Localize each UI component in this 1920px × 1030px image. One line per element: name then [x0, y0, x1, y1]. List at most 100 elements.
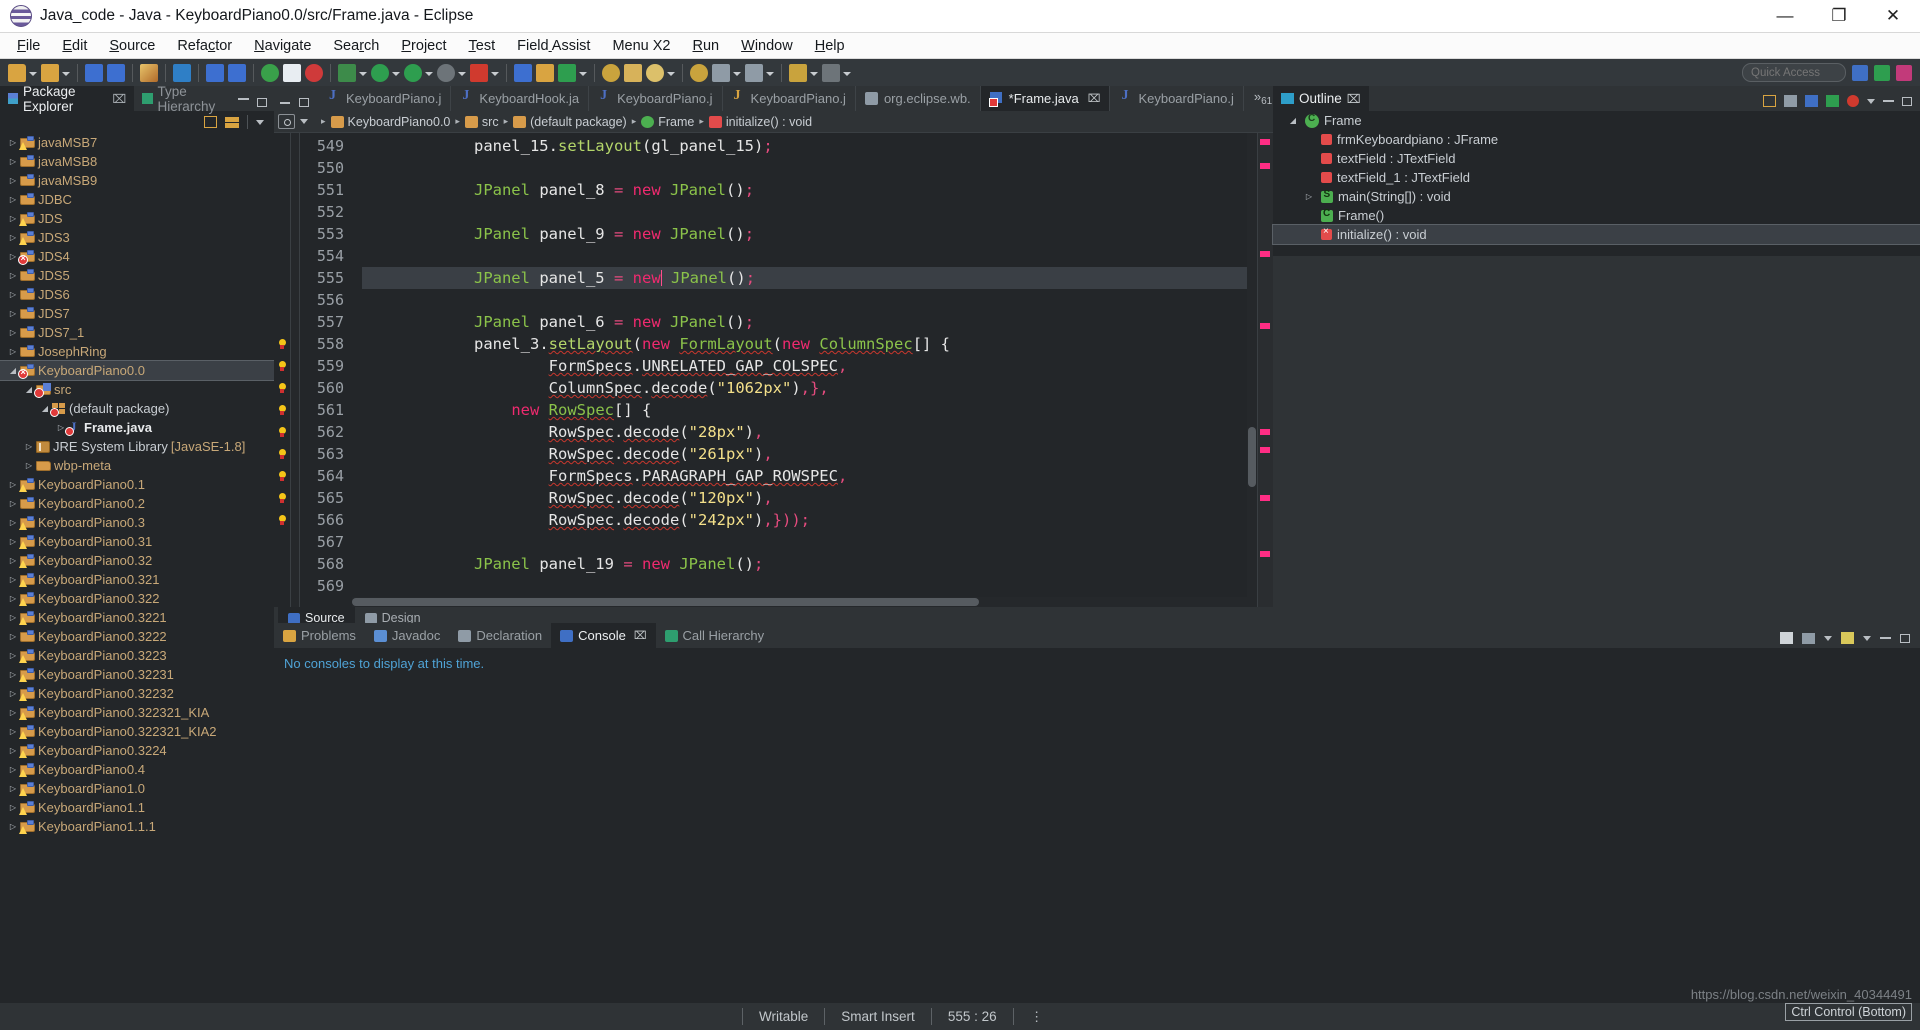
- quickfix-marker[interactable]: [274, 443, 290, 465]
- hide-nonpublic-icon[interactable]: [1847, 95, 1859, 107]
- last-edit-icon[interactable]: [690, 63, 708, 82]
- breadcrumb-item[interactable]: Frame: [641, 115, 694, 129]
- menu-project[interactable]: Project: [390, 35, 457, 57]
- close-button[interactable]: ✕: [1866, 0, 1920, 32]
- expand-arrow-icon[interactable]: ▷: [6, 309, 20, 318]
- collapse-all-icon[interactable]: [204, 116, 217, 128]
- gutter-slot[interactable]: [274, 201, 290, 223]
- gutter-slot[interactable]: [274, 267, 290, 289]
- open-perspective-icon[interactable]: [1896, 64, 1912, 81]
- tree-item[interactable]: ▷ JDS3: [0, 228, 274, 247]
- code-editor[interactable]: 549 550 551 552 553 554 555 556 557 558 559 560 561 5…: [274, 132, 1273, 607]
- run-dropdown-icon[interactable]: [391, 64, 400, 82]
- sort-icon[interactable]: [1784, 95, 1797, 107]
- hide-static-icon[interactable]: [1826, 95, 1839, 107]
- search-globe-icon[interactable]: [305, 63, 323, 82]
- tree-item[interactable]: ◢ (default package): [0, 399, 274, 418]
- tree-item[interactable]: ▷ KeyboardPiano0.321: [0, 570, 274, 589]
- expand-arrow-icon[interactable]: ▷: [6, 271, 20, 280]
- expand-arrow-icon[interactable]: ▷: [6, 176, 20, 185]
- expand-arrow-icon[interactable]: ▷: [6, 138, 20, 147]
- expand-arrow-icon[interactable]: ▷: [6, 328, 20, 337]
- code-line[interactable]: [362, 245, 1273, 267]
- gutter-slot[interactable]: [274, 553, 290, 575]
- menu-run[interactable]: Run: [682, 35, 731, 57]
- menu-refactor[interactable]: Refactor: [166, 35, 243, 57]
- open-dropdown-icon[interactable]: [666, 64, 675, 82]
- gutter-slot[interactable]: [274, 245, 290, 267]
- expand-arrow-icon[interactable]: ▷: [6, 480, 20, 489]
- menu-help[interactable]: Help: [804, 35, 856, 57]
- previous-annotation-icon[interactable]: [712, 63, 730, 82]
- expand-arrow-icon[interactable]: ▷: [6, 233, 20, 242]
- new-window-icon[interactable]: [514, 63, 532, 82]
- quickfix-bulb-icon[interactable]: [278, 470, 287, 482]
- expand-arrow-icon[interactable]: ▷: [6, 746, 20, 755]
- expand-arrow-icon[interactable]: ◢: [1286, 116, 1300, 125]
- new-icon[interactable]: [8, 63, 26, 82]
- gutter-slot[interactable]: [274, 223, 290, 245]
- code-line[interactable]: RowSpec.decode("120px"),: [362, 487, 1273, 509]
- menu-menu-x2[interactable]: Menu X2: [601, 35, 681, 57]
- refresh-dropdown-icon[interactable]: [578, 64, 587, 82]
- error-marker[interactable]: [1260, 447, 1270, 453]
- open-resource-icon[interactable]: [646, 63, 664, 82]
- quickfix-marker[interactable]: [274, 487, 290, 509]
- gutter-slot[interactable]: [274, 157, 290, 179]
- editor-tab[interactable]: J KeyboardPiano.j: [1110, 86, 1244, 111]
- quickfix-bulb-icon[interactable]: [278, 514, 287, 526]
- expand-arrow-icon[interactable]: ▷: [6, 195, 20, 204]
- code-line[interactable]: JPanel panel_9 = new JPanel();: [362, 223, 1273, 245]
- stop-icon[interactable]: [470, 63, 488, 82]
- expand-arrow-icon[interactable]: ▷: [6, 727, 20, 736]
- new-project-dropdown-icon[interactable]: [61, 64, 70, 82]
- code-line[interactable]: FormSpecs.UNRELATED_GAP_COLSPEC,: [362, 355, 1273, 377]
- expand-arrow-icon[interactable]: ▷: [6, 632, 20, 641]
- tree-item[interactable]: ▷ KeyboardPiano0.3223: [0, 646, 274, 665]
- hide-fields-icon[interactable]: [1805, 95, 1818, 107]
- breadcrumb-dropdown-icon[interactable]: [300, 119, 308, 124]
- gutter-slot[interactable]: [274, 135, 290, 157]
- expand-arrow-icon[interactable]: ▷: [6, 670, 20, 679]
- tab-javadoc[interactable]: Javadoc: [365, 623, 449, 648]
- view-menu-icon[interactable]: [256, 119, 264, 125]
- menu-file[interactable]: File: [6, 35, 51, 57]
- link-with-editor-icon[interactable]: [225, 116, 239, 128]
- tab-package-explorer[interactable]: Package Explorer ⌧: [0, 84, 135, 114]
- tab-console[interactable]: Console ⌧: [551, 623, 656, 648]
- tab-type-hierarchy[interactable]: Type Hierarchy: [134, 84, 238, 114]
- menu-source[interactable]: Source: [98, 35, 166, 57]
- code-line[interactable]: [362, 201, 1273, 223]
- previous-dropdown-icon[interactable]: [732, 64, 741, 82]
- focus-active-task-icon[interactable]: [1763, 95, 1776, 107]
- outline-item[interactable]: Frame(): [1273, 206, 1920, 225]
- run-external-dropdown-icon[interactable]: [424, 64, 433, 82]
- code-line[interactable]: JPanel panel_19 = new JPanel();: [362, 553, 1273, 575]
- run-icon[interactable]: [371, 63, 389, 82]
- error-marker[interactable]: [1260, 323, 1270, 329]
- new-dropdown-icon[interactable]: [28, 64, 37, 82]
- outline-item[interactable]: ▷ main(String[]) : void: [1273, 187, 1920, 206]
- tree-item[interactable]: ▷ KeyboardPiano0.4: [0, 760, 274, 779]
- outline-item[interactable]: ◢ Frame: [1273, 111, 1920, 130]
- tab-outline[interactable]: Outline ⌧: [1273, 86, 1369, 111]
- tree-item[interactable]: ▷ KeyboardPiano0.322: [0, 589, 274, 608]
- tree-item[interactable]: ◢KeyboardPiano0.0: [0, 360, 274, 381]
- quickfix-bulb-icon[interactable]: [278, 426, 287, 438]
- outline-item[interactable]: initialize() : void: [1272, 224, 1920, 245]
- tree-item[interactable]: ◢ src: [0, 380, 274, 399]
- expand-arrow-icon[interactable]: ▷: [6, 689, 20, 698]
- tree-item[interactable]: ▷ JDS: [0, 209, 274, 228]
- tree-item[interactable]: ▷ JosephRing: [0, 342, 274, 361]
- gutter-slot[interactable]: [274, 289, 290, 311]
- debug-perspective-icon[interactable]: [1874, 64, 1890, 81]
- error-marker[interactable]: [1260, 251, 1270, 257]
- expand-arrow-icon[interactable]: ▷: [6, 575, 20, 584]
- breadcrumb-item[interactable]: (default package): [513, 115, 627, 129]
- quickfix-marker[interactable]: [274, 465, 290, 487]
- coverage-icon[interactable]: [437, 63, 455, 82]
- tree-item[interactable]: ▷ JRE System Library [JavaSE-1.8]: [0, 437, 274, 456]
- tree-item[interactable]: ▷ KeyboardPiano0.3221: [0, 608, 274, 627]
- tree-item[interactable]: ▷ KeyboardPiano1.1.1: [0, 817, 274, 836]
- next-dropdown-icon[interactable]: [765, 64, 774, 82]
